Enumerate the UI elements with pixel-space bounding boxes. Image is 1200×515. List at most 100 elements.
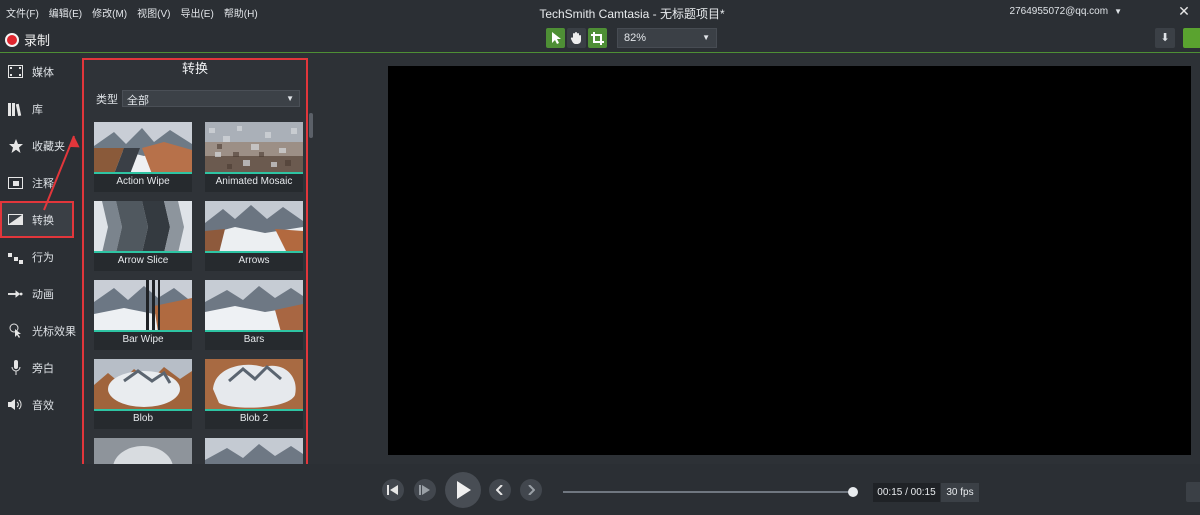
transition-name: Action Wipe [116,176,170,187]
sidebar-item-label: 库 [32,103,43,116]
menu-bar: 文件(F) 编辑(E) 修改(M) 视图(V) 导出(E) 帮助(H) Tech… [0,0,1200,24]
sidebar-item-voice-narration[interactable]: 旁白 [0,349,80,386]
step-forward-button[interactable] [414,479,436,501]
download-icon[interactable]: ⬇ [1155,28,1175,48]
sidebar-item-label: 动画 [32,288,54,301]
step-back-icon [387,485,398,495]
sidebar-item-library[interactable]: 库 [0,90,80,127]
type-filter: 类型 全部 ▼ [96,90,300,107]
sidebar-item-media[interactable]: 媒体 [0,53,80,90]
transition-tile[interactable]: Animated Mosaic [205,122,303,192]
sidebar-item-transitions[interactable]: 转换 [0,201,74,238]
fps-display: 30 fps [941,483,979,502]
transition-thumbnail [94,359,192,411]
previous-marker-button[interactable] [489,479,511,501]
play-button[interactable] [445,472,481,508]
playhead-track[interactable] [563,491,853,493]
cursor-effect-icon [8,323,23,338]
step-forward-icon [419,485,430,495]
menu-help[interactable]: 帮助(H) [224,5,258,20]
speaker-icon [8,397,23,412]
transition-name: Arrows [238,255,270,266]
transition-tile[interactable]: Arrow Slice [94,201,192,271]
close-icon[interactable]: ✕ [1176,3,1192,19]
type-select-value: 全部 [127,95,149,107]
record-label: 录制 [24,33,51,48]
properties-button[interactable] [1186,482,1200,502]
record-icon [5,32,19,47]
chevron-right-icon [528,485,535,495]
transitions-panel: 转换 类型 全部 ▼ Action Wipe Animated Mosaic A… [82,58,308,472]
menu-edit[interactable]: 编辑(E) [49,5,82,20]
account-email: 2764955072@qq.com [1009,6,1109,17]
menu-view[interactable]: 视图(V) [137,5,170,20]
playback-bar: 00:15 / 00:15 30 fps [0,464,1200,515]
sidebar-item-label: 行为 [32,251,54,264]
behavior-icon [8,249,23,264]
transition-tile[interactable]: Bars [205,280,303,350]
star-icon [8,138,23,153]
canvas-tools [546,28,607,48]
sidebar-item-label: 媒体 [32,66,54,79]
transition-tile[interactable]: Action Wipe [94,122,192,192]
transition-tile[interactable]: Blob 2 [205,359,303,429]
toolbar: 录制 82% ▼ ⬇ [0,24,1200,53]
sidebar-item-label: 注释 [32,177,54,190]
record-button[interactable]: 录制 [5,30,50,49]
menu-modify[interactable]: 修改(M) [92,5,127,20]
transition-thumbnail [94,280,192,332]
library-icon [8,101,23,116]
film-icon [8,64,23,79]
preview-canvas[interactable] [388,66,1191,455]
transition-name: Arrow Slice [117,255,169,266]
account-menu[interactable]: 2764955072@qq.com ▼ [1010,6,1122,17]
play-icon [457,481,471,499]
transition-tile[interactable]: Bar Wipe [94,280,192,350]
next-marker-button[interactable] [520,479,542,501]
menu-export[interactable]: 导出(E) [180,5,213,20]
sidebar-item-behaviors[interactable]: 行为 [0,238,80,275]
transition-tile[interactable]: Blob [94,359,192,429]
select-pointer-icon[interactable] [546,28,565,48]
transition-icon [8,212,23,227]
sidebar-item-audio-effects[interactable]: 音效 [0,386,80,423]
time-display: 00:15 / 00:15 [873,483,940,502]
panel-title: 转换 [181,61,208,76]
menu-file[interactable]: 文件(F) [6,5,39,20]
sidebar-item-label: 转换 [32,214,54,227]
crop-icon[interactable] [588,28,607,48]
sidebar-item-label: 收藏夹 [32,140,65,153]
zoom-dropdown[interactable]: 82% ▼ [617,28,717,48]
transition-thumbnail [94,201,192,253]
transition-name: Blob 2 [239,413,269,424]
sidebar-item-cursor-effects[interactable]: 光标效果 [0,312,80,349]
transition-thumbnail [205,280,303,332]
playhead-handle[interactable] [848,487,858,497]
panel-scrollbar[interactable] [309,113,313,138]
tools-sidebar: 媒体 库 收藏夹 注释 转换 行为 动画 光标效果 旁白 音效 更多 [0,53,80,515]
step-back-button[interactable] [382,479,404,501]
transition-thumbnail [205,201,303,253]
sidebar-item-label: 旁白 [32,362,54,375]
filter-label: 类型 [96,93,118,106]
transition-name: Animated Mosaic [215,176,293,187]
transition-thumbnail [94,122,192,174]
sidebar-item-label: 音效 [32,399,54,412]
sidebar-item-animations[interactable]: 动画 [0,275,80,312]
sidebar-item-label: 光标效果 [32,325,76,338]
animation-icon [8,286,23,301]
type-select[interactable]: 全部 ▼ [122,90,300,107]
transition-tile[interactable]: Arrows [205,201,303,271]
transition-thumbnail [205,122,303,174]
share-button[interactable] [1183,28,1200,48]
sidebar-item-annotations[interactable]: 注释 [0,164,80,201]
transition-thumbnail [205,359,303,411]
transition-name: Bar Wipe [122,334,164,345]
microphone-icon [8,360,23,375]
main-menu: 文件(F) 编辑(E) 修改(M) 视图(V) 导出(E) 帮助(H) [0,5,258,20]
chevron-down-icon: ▼ [286,94,294,103]
transition-grid: Action Wipe Animated Mosaic Arrow Slice … [94,122,303,470]
sidebar-item-favorites[interactable]: 收藏夹 [0,127,80,164]
hand-pan-icon[interactable] [567,28,586,48]
chevron-down-icon: ▼ [1114,7,1122,16]
